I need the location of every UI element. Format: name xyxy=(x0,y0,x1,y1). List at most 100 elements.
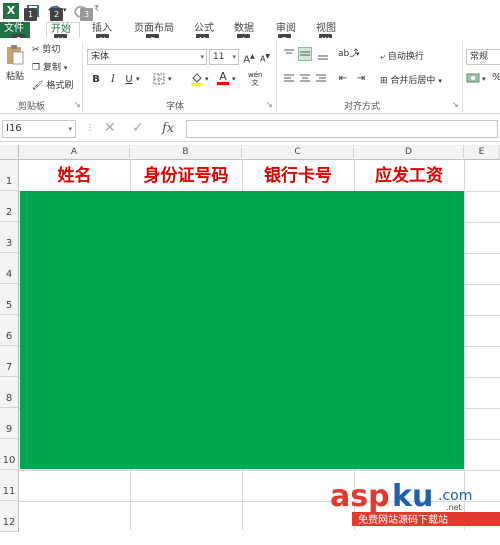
paste-icon xyxy=(7,45,24,65)
align-left-icon[interactable] xyxy=(282,72,296,86)
column-header-b[interactable]: B xyxy=(130,145,242,160)
align-top-icon[interactable] xyxy=(282,48,296,62)
watermark: asp ku .com .net 免费网站源码下载站 xyxy=(330,476,500,528)
brush-icon: 🖌 xyxy=(32,81,44,91)
fill-color-icon[interactable] xyxy=(190,71,204,86)
wrap-text-button[interactable]: ⤶ 自动换行 xyxy=(380,49,424,62)
row-header-8[interactable]: 8 xyxy=(0,377,19,408)
row-header-5[interactable]: 5 xyxy=(0,284,19,315)
wrap-text-icon: ⤶ xyxy=(380,52,386,62)
font-launcher-icon[interactable]: ↘ xyxy=(266,100,273,109)
filled-range-a2-d10[interactable] xyxy=(20,191,464,469)
format-painter-button[interactable]: 🖌 格式刷 xyxy=(32,78,73,91)
row-header-12[interactable]: 12 xyxy=(0,501,19,532)
cell-c1[interactable]: 银行卡号 xyxy=(242,161,354,191)
decrease-font-icon[interactable]: A▼ xyxy=(258,50,272,64)
font-size-select[interactable]: 11 ▾ xyxy=(209,49,239,65)
keytip-qat-3: 3 xyxy=(80,8,93,21)
separator xyxy=(276,42,277,112)
copy-icon: ❐ xyxy=(32,63,41,73)
paste-label: 粘贴 xyxy=(5,72,24,82)
copy-button[interactable]: ❐ 复制 ▾ xyxy=(32,60,67,73)
svg-text:.com: .com xyxy=(438,488,472,504)
font-color-icon[interactable]: A xyxy=(216,71,230,85)
row-header-10[interactable]: 10 xyxy=(0,439,19,470)
row-header-7[interactable]: 7 xyxy=(0,346,19,377)
cut-button[interactable]: ✂ 剪切 xyxy=(32,42,60,55)
title-bar: X ▾ ₹ 1 2 3 xyxy=(0,0,500,22)
clipboard-group-label: 剪贴板 xyxy=(18,102,46,112)
select-all-corner[interactable] xyxy=(0,145,19,160)
clipboard-launcher-icon[interactable]: ↘ xyxy=(74,100,81,109)
ribbon: 粘贴 ✂ 剪切 ❐ 复制 ▾ 🖌 格式刷 剪贴板 ↘ 宋体 ▾ 11 ▾ A▲ A▼… xyxy=(0,38,500,114)
formula-bar-grip-icon[interactable]: ⋮ xyxy=(86,123,94,132)
undo-dropdown-icon[interactable]: ▾ xyxy=(63,6,67,14)
italic-button[interactable]: I xyxy=(106,73,120,87)
phonetic-icon[interactable]: wén 文 xyxy=(248,71,262,87)
svg-text:.net: .net xyxy=(446,503,462,512)
align-right-icon[interactable] xyxy=(314,72,328,86)
column-header-c[interactable]: C xyxy=(242,145,354,160)
align-center-icon[interactable] xyxy=(298,72,312,86)
row-header-6[interactable]: 6 xyxy=(0,315,19,346)
underline-dropdown-icon[interactable]: ▾ xyxy=(136,75,140,83)
cancel-icon[interactable]: ✕ xyxy=(104,120,116,136)
gridline xyxy=(464,160,465,530)
row-header-9[interactable]: 9 xyxy=(0,408,19,439)
separator xyxy=(462,42,463,112)
ribbon-tabs: 文件 开始 插入 页面布局 公式 数据 审阅 视图 F H N P M A R … xyxy=(0,22,500,47)
font-color-dropdown-icon[interactable]: ▾ xyxy=(232,75,236,83)
font-group-label: 字体 xyxy=(166,102,185,112)
font-name-select[interactable]: 宋体 ▾ xyxy=(87,49,207,65)
keytip-qat-1: 1 xyxy=(24,8,37,21)
svg-text:免费网站源码下载站: 免费网站源码下载站 xyxy=(358,513,448,526)
decrease-indent-icon[interactable]: ⇤ xyxy=(336,72,350,86)
formula-bar: I16 ▾ ⋮ ✕ ✓ fx xyxy=(0,116,500,142)
name-box[interactable]: I16 ▾ xyxy=(2,120,76,138)
alignment-launcher-icon[interactable]: ↘ xyxy=(452,100,459,109)
row-header-11[interactable]: 11 xyxy=(0,470,19,501)
merge-center-button[interactable]: ⊞ 合并后居中 ▾ xyxy=(380,73,442,86)
separator xyxy=(82,42,83,112)
svg-text:ku: ku xyxy=(392,479,433,514)
keytip-qat-2: 2 xyxy=(50,8,63,21)
borders-dropdown-icon[interactable]: ▾ xyxy=(168,75,172,83)
cell-a1[interactable]: 姓名 xyxy=(19,161,130,191)
orientation-dropdown-icon[interactable]: ▾ xyxy=(356,50,360,58)
cell-b1[interactable]: 身份证号码 xyxy=(130,161,242,191)
align-middle-icon[interactable] xyxy=(298,47,312,61)
fill-color-dropdown-icon[interactable]: ▾ xyxy=(205,75,209,83)
svg-text:asp: asp xyxy=(330,479,390,514)
increase-indent-icon[interactable]: ⇥ xyxy=(354,72,368,86)
aspku-logo: asp ku .com .net 免费网站源码下载站 xyxy=(330,479,500,526)
bold-button[interactable]: B xyxy=(89,73,103,87)
row-header-1[interactable]: 1 xyxy=(0,160,19,191)
increase-font-icon[interactable]: A▲ xyxy=(242,50,256,65)
currency-dropdown-icon[interactable]: ▾ xyxy=(482,75,486,83)
underline-button[interactable]: U xyxy=(122,73,136,87)
worksheet-grid[interactable]: A B C D E 1 2 3 4 5 6 7 8 9 10 11 12 姓名 … xyxy=(0,145,500,532)
enter-icon[interactable]: ✓ xyxy=(132,120,144,136)
row-header-2[interactable]: 2 xyxy=(0,191,19,222)
borders-icon[interactable] xyxy=(152,73,166,87)
percent-icon[interactable]: % xyxy=(492,72,500,83)
paste-button[interactable]: 粘贴 xyxy=(2,44,28,86)
merge-icon: ⊞ xyxy=(380,76,388,86)
qat-customize-icon[interactable]: ₹ xyxy=(94,4,99,13)
column-header-e[interactable]: E xyxy=(464,145,500,160)
scissors-icon: ✂ xyxy=(32,45,40,55)
gridline xyxy=(19,470,500,471)
row-header-3[interactable]: 3 xyxy=(0,222,19,253)
column-header-a[interactable]: A xyxy=(19,145,130,160)
currency-icon[interactable] xyxy=(466,72,480,86)
alignment-group-label: 对齐方式 xyxy=(344,102,381,112)
excel-logo-icon[interactable]: X xyxy=(3,3,19,19)
number-format-select[interactable]: 常规 xyxy=(466,49,500,65)
row-header-4[interactable]: 4 xyxy=(0,253,19,284)
formula-input[interactable] xyxy=(186,120,498,138)
column-header-d[interactable]: D xyxy=(354,145,464,160)
align-bottom-icon[interactable] xyxy=(316,48,330,62)
cell-d1[interactable]: 应发工资 xyxy=(354,161,464,191)
insert-function-icon[interactable]: fx xyxy=(162,121,174,136)
orientation-icon[interactable]: ab⤴ xyxy=(338,47,358,61)
